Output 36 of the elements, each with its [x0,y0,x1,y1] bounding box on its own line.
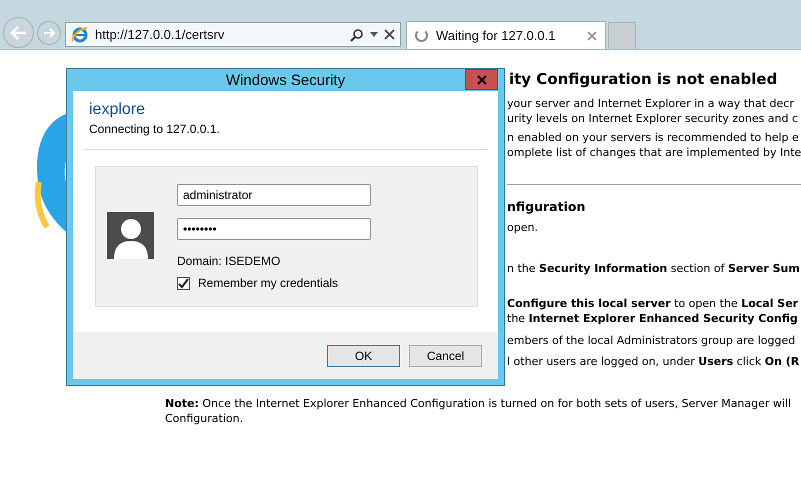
dialog-title: Windows Security [226,72,346,88]
url-text: http://127.0.0.1/certsrv [95,27,226,42]
body-text: urity levels on Internet Explorer security zones and c [507,111,800,126]
body-text: your server and Internet Explorer in a way that decr [507,96,795,111]
browser-tab[interactable]: Waiting for 127.0.0.1 [406,21,606,49]
browser-logo-icon [71,26,89,44]
app-name: iexplore [89,101,146,119]
remember-label: Remember my credentials [198,276,338,290]
user-avatar-icon [107,212,154,259]
body-text: omplete list of changes that are implemented by Inte [507,145,801,160]
body-text: l other users are logged on, under Users click On (R [507,354,800,369]
right-arrow-icon [42,26,56,40]
domain-label: Domain: ISEDEMO [177,254,282,268]
username-field[interactable]: administrator [177,184,371,206]
connection-message: Connecting to 127.0.0.1. [89,122,221,136]
note-text: Configuration. [165,411,244,426]
close-button[interactable] [465,69,498,90]
password-field[interactable]: •••••••• [177,218,371,240]
dialog-button[interactable]: OK [327,344,400,366]
body-text: n the Security Information section of Server Sum [507,261,801,276]
body-text: n enabled on your servers is recommended to help e [507,130,800,145]
section-heading: nfiguration [507,199,586,214]
body-text: the Internet Explorer Enhanced Security Config [507,311,799,326]
close-icon [476,74,486,84]
body-text: open. [507,220,539,235]
close-icon[interactable] [384,29,395,40]
note-text: Note: Once the Internet Explorer Enhanced Configuration is turned on for both sets of users, Server Manager will [165,396,792,411]
address-bar[interactable]: http://127.0.0.1/certsrv [65,22,401,47]
dialog-button[interactable]: Cancel [409,344,482,366]
close-tab-icon[interactable] [587,30,597,40]
body-text: Configure this local server to open the Local Ser [507,296,800,311]
dropdown-caret-icon[interactable] [370,32,378,37]
checkbox[interactable] [177,276,190,290]
body-text: embers of the local Administrators group are logged [507,332,796,348]
search-icon[interactable] [350,28,364,42]
page-heading: ity Configuration is not enabled [509,70,778,88]
